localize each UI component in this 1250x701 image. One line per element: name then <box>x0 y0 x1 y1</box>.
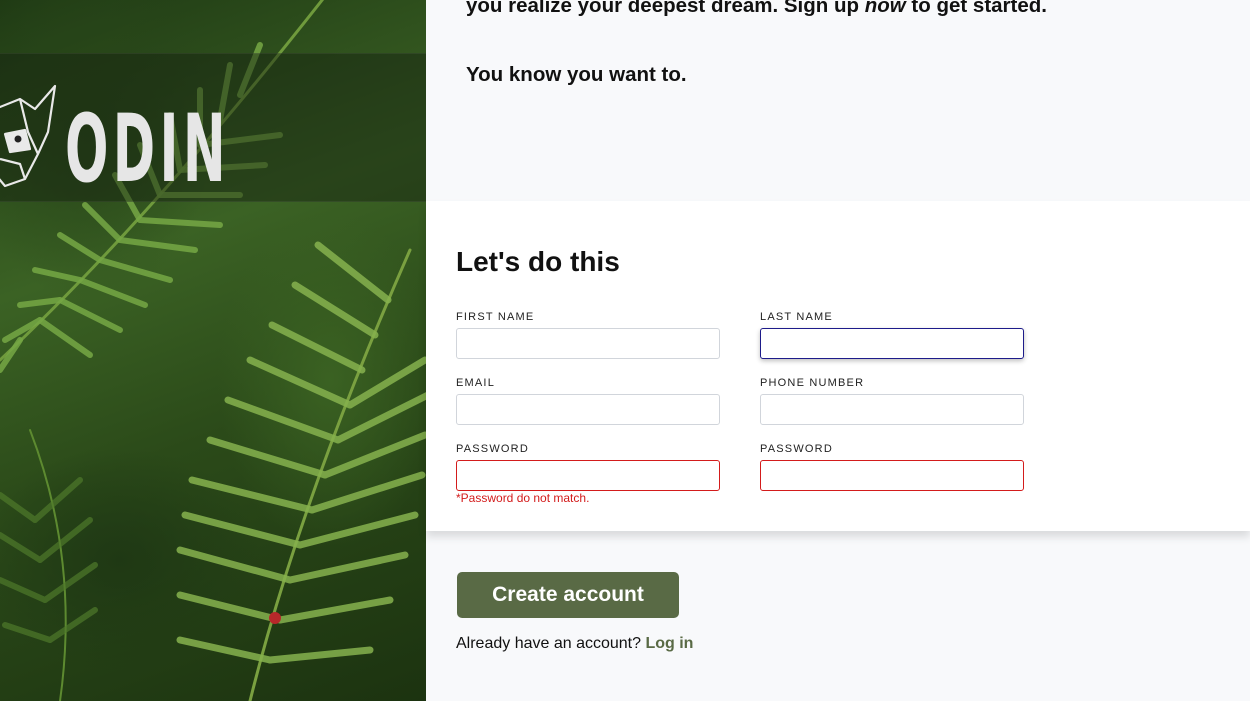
odin-viking-head-icon <box>0 84 57 188</box>
cta-section: Create account Already have an account? … <box>426 531 1250 701</box>
first-name-input[interactable] <box>456 328 720 359</box>
password-input[interactable] <box>456 460 720 491</box>
confirm-password-label: PASSWORD <box>760 443 833 455</box>
form-heading: Let's do this <box>456 246 620 277</box>
login-prompt: Already have an account? Log in <box>456 635 693 653</box>
intro-text: you realize your deepest dream. Sign up … <box>466 0 1047 18</box>
last-name-field: LAST NAME <box>760 310 1024 359</box>
intro-tagline: You know you want to. <box>466 63 687 86</box>
email-label: EMAIL <box>456 377 496 389</box>
email-field: EMAIL <box>456 376 720 425</box>
last-name-label: LAST NAME <box>760 311 833 323</box>
email-input[interactable] <box>456 394 720 425</box>
login-prompt-text: Already have an account? <box>456 635 646 652</box>
first-name-label: FIRST NAME <box>456 311 535 323</box>
first-name-field: FIRST NAME <box>456 310 720 359</box>
login-link[interactable]: Log in <box>645 635 693 652</box>
confirm-password-field: PASSWORD <box>760 442 1024 491</box>
password-error-message: *Password do not match. <box>456 491 590 505</box>
phone-number-field: PHONE NUMBER <box>760 376 1024 425</box>
odin-logo: ODIN <box>0 84 230 203</box>
intro-emphasis: now <box>864 0 906 17</box>
confirm-password-input[interactable] <box>760 460 1024 491</box>
phone-number-label: PHONE NUMBER <box>760 377 865 389</box>
logo-text: ODIN <box>65 95 230 203</box>
last-name-input[interactable] <box>760 328 1024 359</box>
create-account-button[interactable]: Create account <box>457 572 679 618</box>
password-field: PASSWORD <box>456 442 720 491</box>
phone-number-input[interactable] <box>760 394 1024 425</box>
logo-banner: ODIN <box>0 53 426 203</box>
intro-section: you realize your deepest dream. Sign up … <box>426 0 1250 201</box>
password-label: PASSWORD <box>456 443 529 455</box>
signup-form: Let's do this FIRST NAME LAST NAME EMAIL… <box>426 201 1250 531</box>
hero-image: ODIN <box>0 0 426 701</box>
